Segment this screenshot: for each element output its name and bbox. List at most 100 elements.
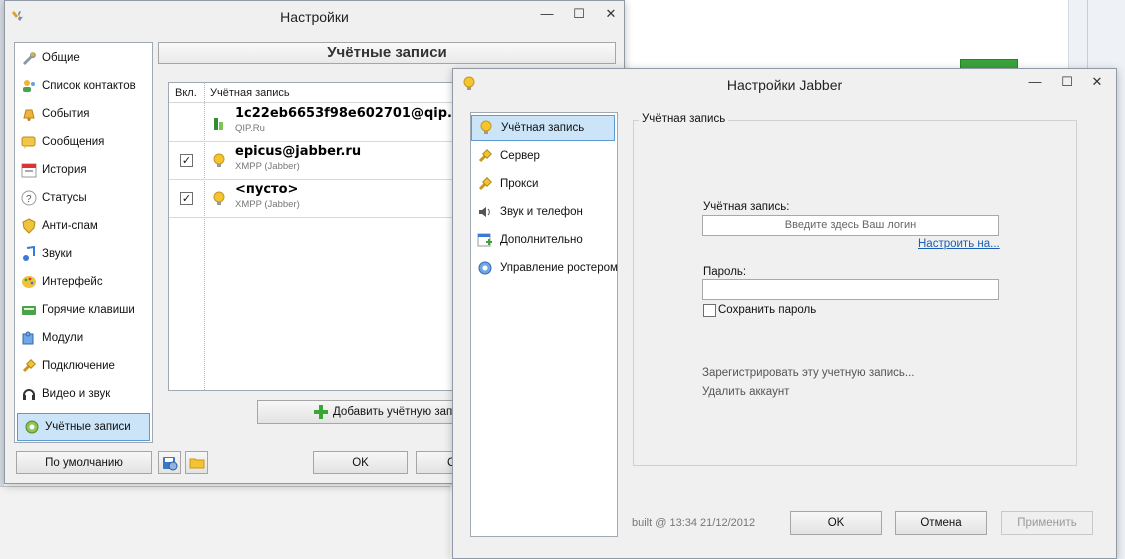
add-account-button[interactable]: Добавить учётную запи xyxy=(257,400,459,424)
settings-nav-panel: Общие Список контактов События Сообщения Ист… xyxy=(14,42,153,443)
table-header: Вкл. Учётная запись xyxy=(169,83,467,103)
jabber-minimize-button[interactable]: — xyxy=(1019,69,1051,97)
jabber-nav-item-4[interactable]: Дополнительно xyxy=(471,227,615,253)
jabber-nav-item-2[interactable]: Прокси xyxy=(471,171,615,197)
sidebar-item-label: Общие xyxy=(42,52,80,64)
sidebar-item-11[interactable]: Подключение xyxy=(15,353,149,379)
jabber-nav-item-3[interactable]: Звук и телефон xyxy=(471,199,615,225)
jabber-settings-window: Настройки Jabber — ☐ ✕ Учётная запись Сер… xyxy=(452,68,1117,559)
speaker-icon xyxy=(477,204,493,220)
column-enabled: Вкл. xyxy=(175,87,197,99)
jabber-apply-button[interactable]: Применить xyxy=(1001,511,1093,535)
jabber-nav-item-5[interactable]: Управление ростером xyxy=(471,255,618,281)
save-settings-icon xyxy=(162,455,178,471)
puzzle-icon xyxy=(21,330,37,346)
plus-icon xyxy=(313,404,329,420)
account-name: 1c22eb6653f98e602701@qip.ru xyxy=(235,106,468,121)
jabber-nav-item-0[interactable]: Учётная запись xyxy=(471,115,615,141)
sidebar-item-label: Горячие клавиши xyxy=(42,304,135,316)
bulb-icon xyxy=(211,153,227,169)
jabber-cancel-button[interactable]: Отмена xyxy=(895,511,987,535)
configure-link[interactable]: Настроить на... xyxy=(918,238,1000,250)
sidebar-item-label: Видео и звук xyxy=(42,388,111,400)
password-input[interactable] xyxy=(702,279,999,300)
account-protocol: XMPP (Jabber) xyxy=(235,161,300,172)
palette-icon xyxy=(21,274,37,290)
sidebar-item-10[interactable]: Модули xyxy=(15,325,149,351)
music-note-icon xyxy=(21,245,37,262)
jabber-nav-label: Учётная запись xyxy=(501,122,585,134)
open-folder-button[interactable] xyxy=(185,451,208,474)
gear-icon xyxy=(477,260,493,276)
table-row[interactable]: ✓ <пусто> XMPP (Jabber) xyxy=(169,180,467,218)
default-button[interactable]: По умолчанию xyxy=(16,451,152,474)
register-link[interactable]: Зарегистрировать эту учетную запись... xyxy=(702,367,915,379)
sidebar-item-4[interactable]: История xyxy=(15,157,149,183)
sidebar-item-2[interactable]: События xyxy=(15,101,149,127)
jabber-nav-panel: Учётная запись Сервер Прокси Звук и телефон… xyxy=(470,112,618,537)
contacts-icon xyxy=(21,78,37,94)
svg-text:?: ? xyxy=(26,194,32,205)
section-header: Учётные записи xyxy=(158,42,616,64)
table-row[interactable]: ✓ epicus@jabber.ru XMPP (Jabber) xyxy=(169,142,467,180)
jabber-nav-label: Дополнительно xyxy=(500,234,583,246)
plug-icon xyxy=(477,176,493,192)
account-group-title: Учётная запись xyxy=(639,113,729,125)
sidebar-item-12[interactable]: Видео и звук xyxy=(15,381,149,407)
sidebar-item-5[interactable]: ? Статусы xyxy=(15,185,149,211)
export-button[interactable] xyxy=(158,451,181,474)
sidebar-item-6[interactable]: Анти-спам xyxy=(15,213,149,239)
delete-account-link[interactable]: Удалить аккаунт xyxy=(702,386,789,398)
login-label: Учётная запись: xyxy=(703,201,790,213)
accounts-table: Вкл. Учётная запись 1c22eb6653f98e602701… xyxy=(168,82,468,391)
sidebar-item-label: События xyxy=(42,108,90,120)
jabber-nav-label: Управление ростером xyxy=(500,262,618,274)
sidebar-item-1[interactable]: Список контактов xyxy=(15,73,149,99)
sidebar-item-9[interactable]: Горячие клавиши xyxy=(15,297,149,323)
bulb-icon xyxy=(478,120,494,136)
folder-icon xyxy=(189,455,205,471)
account-protocol: XMPP (Jabber) xyxy=(235,199,300,210)
sidebar-item-0[interactable]: Общие xyxy=(15,45,149,71)
plug-icon xyxy=(477,148,493,164)
sidebar-item-label: Статусы xyxy=(42,192,87,204)
sidebar-item-8[interactable]: Интерфейс xyxy=(15,269,149,295)
jabber-nav-label: Прокси xyxy=(500,178,539,190)
login-input[interactable]: Введите здесь Ваш логин xyxy=(702,215,999,236)
ok-button[interactable]: OK xyxy=(313,451,408,474)
add-account-label: Добавить учётную запи xyxy=(333,406,459,418)
save-password-label[interactable]: Сохранить пароль xyxy=(718,304,816,316)
jabber-nav-label: Сервер xyxy=(500,150,540,162)
minimize-button[interactable]: — xyxy=(531,1,563,29)
bulb-icon xyxy=(211,191,227,207)
sidebar-item-label: Подключение xyxy=(42,360,115,372)
jabber-maximize-button[interactable]: ☐ xyxy=(1051,69,1083,97)
sidebar-item-label: Интерфейс xyxy=(42,276,103,288)
account-name: epicus@jabber.ru xyxy=(235,144,362,159)
sidebar-item-label: Анти-спам xyxy=(42,220,98,232)
password-label: Пароль: xyxy=(703,266,747,278)
jabber-title: Настройки Jabber xyxy=(726,77,843,93)
close-button[interactable]: ✕ xyxy=(595,1,627,29)
account-enabled-checkbox[interactable]: ✓ xyxy=(180,192,193,205)
accounts-gear-icon xyxy=(24,419,40,435)
account-protocol: QIP.Ru xyxy=(235,123,265,134)
column-account: Учётная запись xyxy=(210,87,290,99)
save-password-checkbox[interactable] xyxy=(703,304,716,317)
maximize-button[interactable]: ☐ xyxy=(563,1,595,29)
bell-icon xyxy=(21,106,37,122)
wrench-icon xyxy=(21,50,37,66)
table-row[interactable]: 1c22eb6653f98e602701@qip.ru QIP.Ru xyxy=(169,104,467,142)
plug-icon xyxy=(21,358,37,374)
jabber-ok-button[interactable]: OK xyxy=(790,511,882,535)
sidebar-item-label: Звуки xyxy=(42,248,73,260)
calendar-add-icon xyxy=(477,232,493,248)
sidebar-item-13[interactable]: Учётные записи xyxy=(17,413,150,441)
account-enabled-checkbox[interactable]: ✓ xyxy=(180,154,193,167)
jabber-nav-item-1[interactable]: Сервер xyxy=(471,143,615,169)
sidebar-item-7[interactable]: Звуки xyxy=(15,241,149,267)
qip-icon xyxy=(211,115,227,131)
settings-titlebar: Настройки — ☐ ✕ xyxy=(5,1,624,33)
sidebar-item-3[interactable]: Сообщения xyxy=(15,129,149,155)
jabber-close-button[interactable]: ✕ xyxy=(1081,69,1113,97)
